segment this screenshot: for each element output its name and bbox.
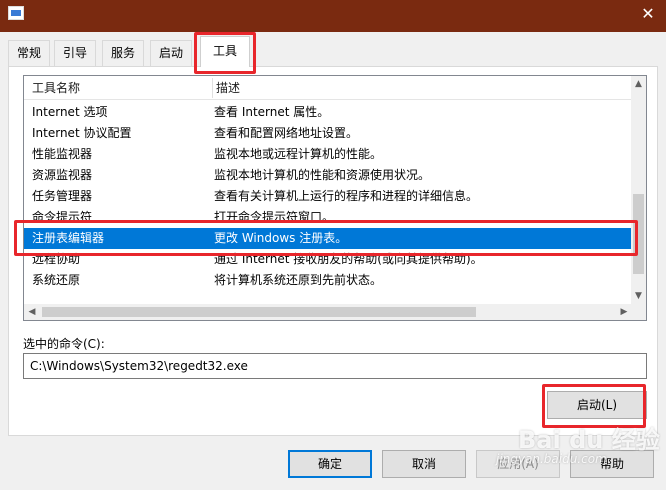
list-item[interactable]: 任务管理器 查看有关计算机上运行的程序和进程的详细信息。 (24, 186, 632, 207)
list-item[interactable]: 性能监视器 监视本地或远程计算机的性能。 (24, 144, 632, 165)
scroll-right-arrow-icon[interactable]: ▶ (616, 304, 632, 320)
tool-name: 远程协助 (32, 252, 81, 266)
cancel-button[interactable]: 取消 (382, 450, 466, 478)
list-item[interactable]: 资源监视器 监视本地计算机的性能和资源使用状况。 (24, 165, 632, 186)
column-header-description[interactable]: 描述 (208, 76, 240, 100)
tool-description: 查看 Internet 属性。 (214, 105, 330, 119)
tool-description: 通过 Internet 接收朋友的帮助(或向其提供帮助)。 (214, 252, 483, 266)
scrollbar-corner (631, 304, 646, 320)
tab-startup[interactable]: 启动 (150, 40, 193, 66)
help-button[interactable]: 帮助 (570, 450, 654, 478)
ok-button[interactable]: 确定 (288, 450, 372, 478)
horizontal-scrollbar[interactable]: ◀ ▶ (24, 304, 632, 320)
list-item[interactable]: 远程协助 通过 Internet 接收朋友的帮助(或向其提供帮助)。 (24, 249, 632, 270)
close-button[interactable]: ✕ (636, 2, 660, 26)
tool-name: Internet 选项 (32, 105, 108, 119)
tool-description: 监视本地或远程计算机的性能。 (214, 147, 383, 161)
tool-name: 系统还原 (32, 273, 81, 287)
column-header-tool-name[interactable]: 工具名称 (24, 76, 80, 100)
tool-description: 查看和配置网络地址设置。 (214, 126, 359, 140)
system-configuration-window: ✕ 常规 引导 服务 启动 工具 工具名称 描述 Internet 选项 查看 … (0, 0, 666, 490)
list-item[interactable]: Internet 协议配置 查看和配置网络地址设置。 (24, 123, 632, 144)
launch-button[interactable]: 启动(L) (547, 391, 647, 419)
tool-name: Internet 协议配置 (32, 126, 132, 140)
apply-button[interactable]: 应用(A) (476, 450, 560, 478)
tools-list[interactable]: 工具名称 描述 Internet 选项 查看 Internet 属性。 Inte… (23, 75, 647, 321)
horizontal-scroll-thumb[interactable] (42, 307, 476, 317)
tab-services[interactable]: 服务 (102, 40, 145, 66)
tool-description: 查看有关计算机上运行的程序和进程的详细信息。 (214, 189, 479, 203)
app-icon (8, 6, 24, 20)
tools-panel: 工具名称 描述 Internet 选项 查看 Internet 属性。 Inte… (8, 66, 658, 436)
tool-name: 注册表编辑器 (32, 231, 105, 245)
scroll-left-arrow-icon[interactable]: ◀ (24, 304, 40, 320)
scroll-down-arrow-icon[interactable]: ▼ (631, 288, 646, 304)
tab-strip: 常规 引导 服务 启动 工具 (8, 36, 658, 67)
list-item[interactable]: 命令提示符 打开命令提示符窗口。 (24, 207, 632, 228)
tool-name: 命令提示符 (32, 210, 93, 224)
tool-description: 将计算机系统还原到先前状态。 (214, 273, 383, 287)
tool-name: 性能监视器 (32, 147, 93, 161)
tool-description: 更改 Windows 注册表。 (214, 231, 348, 245)
tool-name: 资源监视器 (32, 168, 93, 182)
tool-name: 任务管理器 (32, 189, 93, 203)
tab-tools[interactable]: 工具 (200, 36, 251, 67)
tool-description: 打开命令提示符窗口。 (214, 210, 335, 224)
selected-command-field[interactable]: C:\Windows\System32\regedt32.exe (23, 353, 647, 379)
vertical-scroll-thumb[interactable] (633, 194, 644, 274)
vertical-scrollbar[interactable]: ▲ ▼ (631, 76, 646, 304)
tab-general[interactable]: 常规 (8, 40, 51, 66)
tab-boot[interactable]: 引导 (54, 40, 97, 66)
list-item[interactable]: 系统还原 将计算机系统还原到先前状态。 (24, 270, 632, 291)
scroll-up-arrow-icon[interactable]: ▲ (631, 76, 646, 92)
selected-command-label: 选中的命令(C): (23, 337, 105, 351)
title-bar[interactable]: ✕ (0, 0, 666, 32)
list-header: 工具名称 描述 (24, 76, 632, 100)
list-item[interactable]: Internet 选项 查看 Internet 属性。 (24, 102, 632, 123)
tool-description: 监视本地计算机的性能和资源使用状况。 (214, 168, 431, 182)
list-item-selected[interactable]: 注册表编辑器 更改 Windows 注册表。 (24, 228, 632, 249)
